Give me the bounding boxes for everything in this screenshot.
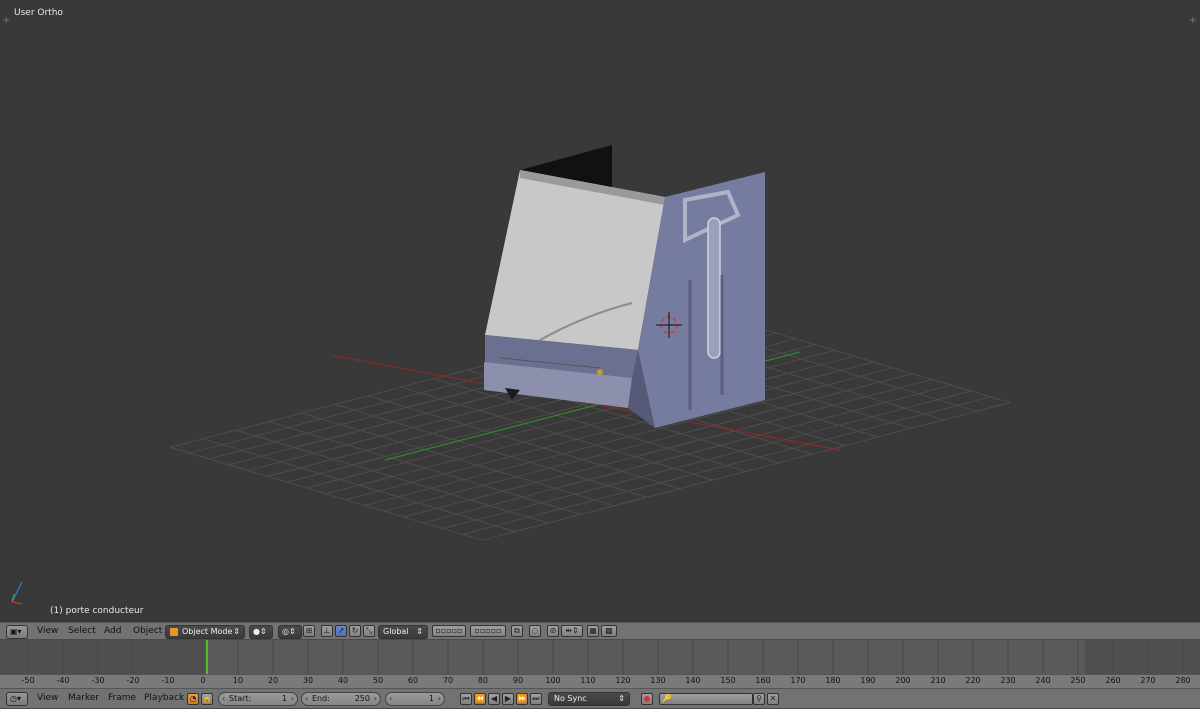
- lock-layers-icon[interactable]: ⧉: [511, 625, 523, 637]
- timeline-tick-label: 280: [1175, 676, 1191, 685]
- timeline-tick-label: 30: [302, 676, 314, 685]
- editor-type-button[interactable]: ◷▾: [6, 692, 28, 706]
- 3d-view-header: ▣▾ View Select Add Object Object Mode ⇕ ●…: [0, 622, 1200, 640]
- opengl-render-icon[interactable]: ▦: [587, 625, 599, 637]
- transform-axis-icon[interactable]: ⊥: [321, 625, 333, 637]
- timeline-tick-label: -10: [161, 676, 175, 685]
- delete-keyframe-icon[interactable]: ✕: [767, 693, 779, 705]
- timeline-tick-label: 130: [650, 676, 666, 685]
- model-porte-conducteur: [484, 145, 765, 428]
- timeline-tick-label: 40: [337, 676, 349, 685]
- insert-keyframe-icon[interactable]: ⚲: [753, 693, 765, 705]
- timeline-tick-label: 10: [232, 676, 244, 685]
- timeline-tick-label: 90: [512, 676, 524, 685]
- opengl-animation-icon[interactable]: ▩: [601, 625, 617, 637]
- timeline-tick-label: 20: [267, 676, 279, 685]
- timeline-tick-label: 210: [930, 676, 946, 685]
- active-object-label: (1) porte conducteur: [50, 606, 144, 616]
- lock-time-cursor-icon[interactable]: 🔒: [201, 693, 213, 705]
- dropdown-arrow-icon: ⇕: [233, 627, 240, 636]
- play-reverse-icon[interactable]: ◀: [488, 693, 500, 705]
- orientation-select[interactable]: Global ⇕: [378, 625, 428, 639]
- timeline-tick-label: 0: [200, 676, 206, 685]
- timeline-tick-label: 160: [755, 676, 771, 685]
- timeline-ruler: [0, 674, 1200, 688]
- proportional-edit-icon[interactable]: ◌: [529, 625, 541, 637]
- record-icon[interactable]: [641, 693, 653, 705]
- menu-select[interactable]: Select: [68, 626, 96, 636]
- mode-select[interactable]: Object Mode ⇕: [165, 625, 245, 639]
- timeline-tick-label: 270: [1140, 676, 1156, 685]
- decrement-arrow-icon[interactable]: ‹: [389, 693, 392, 705]
- increment-arrow-icon[interactable]: ›: [438, 693, 441, 705]
- layers-group-2[interactable]: ▫▫▫▫▫: [470, 625, 506, 637]
- dropdown-arrow-icon: ⇕: [618, 694, 625, 703]
- menu-view[interactable]: View: [37, 693, 58, 703]
- timeline-tick-label: 110: [580, 676, 596, 685]
- timeline-tick-label: 70: [442, 676, 454, 685]
- jump-to-next-keyframe-icon[interactable]: ⏩: [516, 693, 528, 705]
- viewport-shading-select[interactable]: ●⇕: [249, 625, 273, 639]
- scale-manipulator-icon[interactable]: ⤡: [363, 625, 375, 637]
- current-frame-indicator[interactable]: [206, 640, 208, 676]
- timeline-tick-label: 250: [1070, 676, 1086, 685]
- menu-add[interactable]: Add: [104, 626, 121, 636]
- decrement-arrow-icon[interactable]: ‹: [305, 693, 308, 705]
- jump-to-start-icon[interactable]: ⏮: [460, 693, 472, 705]
- sync-mode-select[interactable]: No Sync ⇕: [548, 692, 630, 706]
- end-frame-field[interactable]: ‹ End: 250 ›: [301, 692, 381, 706]
- timeline-tick-label: -30: [91, 676, 105, 685]
- timeline-tick-label: -50: [21, 676, 35, 685]
- jump-to-end-icon[interactable]: ⏭: [530, 693, 542, 705]
- timeline-grid: [27, 640, 1184, 676]
- menu-object[interactable]: Object: [133, 626, 162, 636]
- timeline-tick-label: 60: [407, 676, 419, 685]
- preview-range-icon[interactable]: ◔: [187, 693, 199, 705]
- timeline-tick-label: 240: [1035, 676, 1051, 685]
- layers-group-1[interactable]: ▫▫▫▫▫: [432, 625, 466, 637]
- cube-icon: [170, 628, 178, 636]
- pivot-point-select[interactable]: ◎⇕: [278, 625, 302, 639]
- jump-to-previous-keyframe-icon[interactable]: ⏪: [474, 693, 486, 705]
- timeline-tick-label: 260: [1105, 676, 1121, 685]
- snap-element-select[interactable]: ⇹⇕: [561, 625, 583, 637]
- increment-arrow-icon[interactable]: ›: [374, 693, 377, 705]
- snap-toggle-icon[interactable]: ⊘: [547, 625, 559, 637]
- timeline-tick-label: 230: [1000, 676, 1016, 685]
- timeline-tick-label: 50: [372, 676, 384, 685]
- axis-gizmo-icon: [11, 581, 23, 605]
- menu-marker[interactable]: Marker: [68, 693, 99, 703]
- menu-view[interactable]: View: [37, 626, 58, 636]
- timeline-tick-label: -40: [56, 676, 70, 685]
- timeline-header: ◷▾ View Marker Frame Playback ◔ 🔒 ‹ Star…: [0, 688, 1200, 709]
- timeline-tick-label: 80: [477, 676, 489, 685]
- timeline-tick-label: 100: [545, 676, 561, 685]
- play-icon[interactable]: ▶: [502, 693, 514, 705]
- start-frame-field[interactable]: ‹ Start: 1 ›: [218, 692, 298, 706]
- decrement-arrow-icon[interactable]: ‹: [222, 693, 225, 705]
- current-frame-field[interactable]: ‹ 1 ›: [385, 692, 445, 706]
- manipulator-toggle-icon[interactable]: ⊞: [303, 625, 315, 637]
- editor-type-button[interactable]: ▣▾: [6, 625, 28, 639]
- timeline-tick-label: 190: [860, 676, 876, 685]
- increment-arrow-icon[interactable]: ›: [291, 693, 294, 705]
- timeline-tick-label: 200: [895, 676, 911, 685]
- dropdown-arrow-icon: ⇕: [416, 627, 423, 636]
- timeline-tick-label: 220: [965, 676, 981, 685]
- timeline-area[interactable]: -50 -40 -30 -20 -10 0 10 20 30 40 50 60 70 80 90 100 110…: [0, 640, 1200, 688]
- 3d-viewport[interactable]: + + User Ortho (1) porte conducteur: [0, 0, 1200, 622]
- keying-set-field[interactable]: 🔑: [659, 693, 753, 705]
- timeline-tick-label: 120: [615, 676, 631, 685]
- 3d-scene: [11, 145, 1011, 605]
- menu-playback[interactable]: Playback: [144, 693, 184, 703]
- menu-frame[interactable]: Frame: [108, 693, 136, 703]
- rotate-manipulator-icon[interactable]: ↻: [349, 625, 361, 637]
- timeline-tick-label: 140: [685, 676, 701, 685]
- translate-manipulator-icon[interactable]: ↗: [335, 625, 347, 637]
- timeline-tick-label: -20: [126, 676, 140, 685]
- timeline-tick-label: 170: [790, 676, 806, 685]
- timeline-tick-label: 180: [825, 676, 841, 685]
- timeline-tick-label: 150: [720, 676, 736, 685]
